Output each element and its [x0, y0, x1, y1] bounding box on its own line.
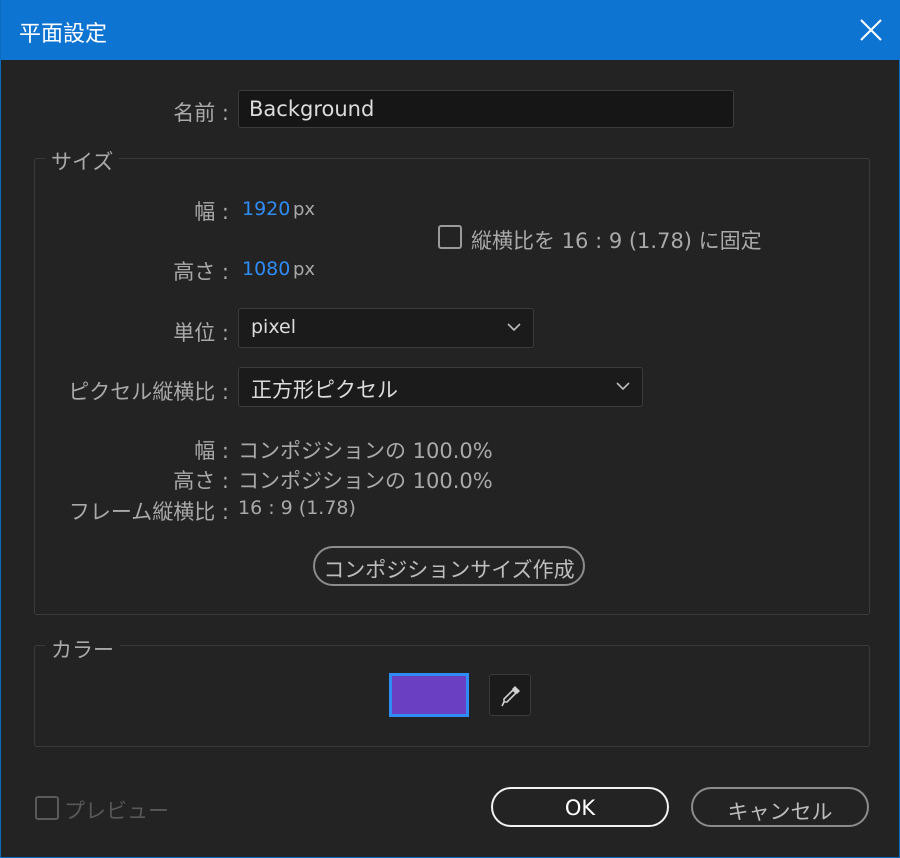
size-group-legend: サイズ	[45, 146, 120, 176]
height-info-value: コンポジションの 100.0%	[238, 469, 493, 493]
title-bar: 平面設定	[1, 0, 900, 60]
width-value[interactable]: 1920	[242, 198, 290, 220]
frame-aspect-label: フレーム縦横比 :	[68, 500, 229, 524]
lock-aspect-checkbox[interactable]	[438, 225, 462, 249]
eyedropper-icon	[501, 686, 520, 707]
name-label: 名前 :	[173, 101, 229, 125]
pixel-aspect-label: ピクセル縦横比 :	[68, 380, 229, 404]
units-label: 単位 :	[173, 321, 229, 345]
cancel-button[interactable]: キャンセル	[691, 787, 869, 827]
height-value[interactable]: 1080	[242, 258, 290, 280]
preview-label: プレビュー	[64, 799, 169, 823]
lock-aspect-label: 縦横比を 16 : 9 (1.78) に固定	[471, 229, 762, 253]
width-unit: px	[293, 199, 316, 220]
close-icon	[860, 19, 882, 41]
width-info-label: 幅 :	[194, 439, 229, 463]
dialog-title: 平面設定	[19, 22, 108, 47]
name-input[interactable]: Background	[238, 90, 734, 128]
solid-settings-dialog: 平面設定 名前 : Background サイズ 幅 : 1920 px 高さ …	[0, 0, 900, 858]
chevron-down-icon	[616, 382, 630, 391]
ok-button[interactable]: OK	[491, 787, 669, 827]
frame-aspect-value: 16 : 9 (1.78)	[238, 497, 356, 519]
units-selected-value: pixel	[251, 316, 296, 338]
color-group-legend: カラー	[45, 634, 120, 664]
make-comp-size-button[interactable]: コンポジションサイズ作成	[313, 546, 585, 586]
eyedropper-button[interactable]	[489, 674, 531, 716]
pixel-aspect-selected-value: 正方形ピクセル	[251, 378, 398, 402]
pixel-aspect-select[interactable]: 正方形ピクセル	[238, 367, 643, 407]
width-info-value: コンポジションの 100.0%	[238, 439, 493, 463]
close-button[interactable]	[841, 0, 900, 60]
height-label: 高さ :	[173, 260, 229, 284]
width-label: 幅 :	[194, 200, 229, 224]
height-info-label: 高さ :	[173, 469, 229, 493]
chevron-down-icon	[507, 323, 521, 332]
height-unit: px	[293, 259, 316, 280]
color-swatch[interactable]	[389, 673, 469, 717]
preview-checkbox[interactable]	[35, 796, 59, 820]
units-select[interactable]: pixel	[238, 308, 534, 348]
